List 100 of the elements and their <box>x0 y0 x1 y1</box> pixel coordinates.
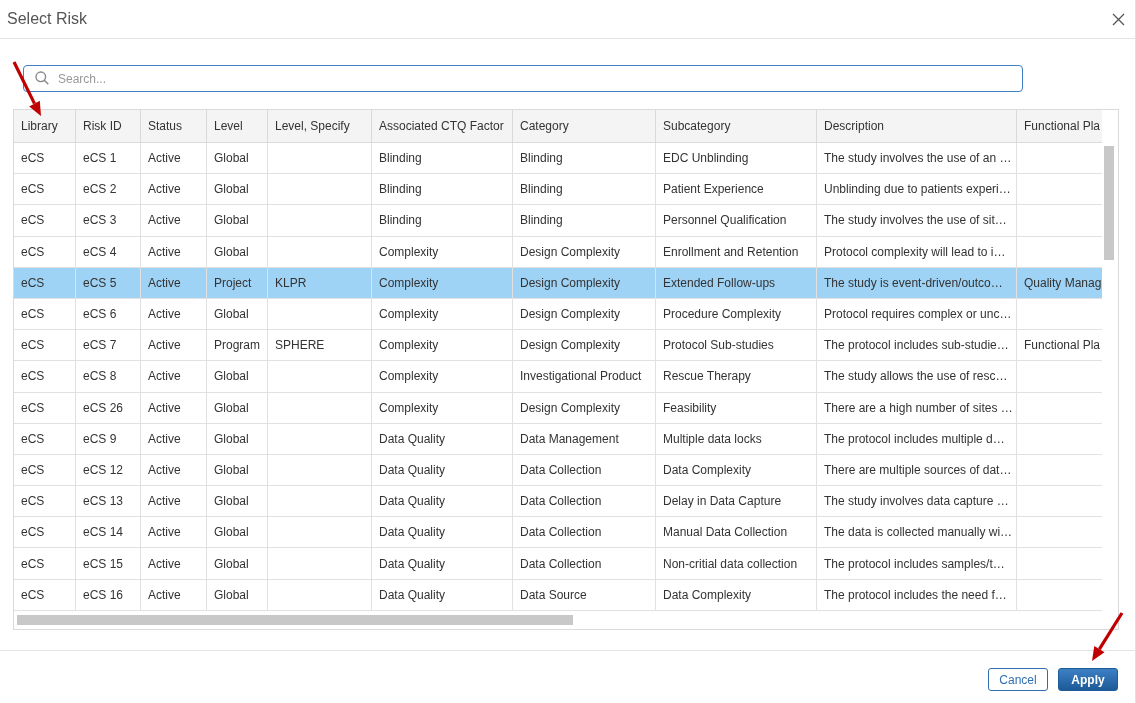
vertical-scrollbar-thumb[interactable] <box>1104 146 1114 260</box>
table-cell: Feasibility <box>656 392 817 423</box>
table-row[interactable]: eCS eCS 26 Active Global Complexity Design Complexity Feasibility There are a high number of sites … <box>14 392 1102 424</box>
search-field[interactable]: Search... <box>23 65 1023 92</box>
table-cell: Data Collection <box>513 454 656 486</box>
table-cell: Blinding <box>372 205 513 236</box>
table-cell: eCS 6 <box>76 298 141 330</box>
table-cell: Active <box>141 361 207 392</box>
table-cell: The study allows the use of resc… <box>817 361 1017 392</box>
table-cell: eCS 14 <box>76 517 141 548</box>
table-cell: Data Complexity <box>656 579 817 610</box>
table-cell: Data Quality <box>372 454 513 486</box>
table-cell: Complexity <box>372 298 513 330</box>
table-cell: Protocol requires complex or unc… <box>817 298 1017 330</box>
table-row[interactable]: eCS eCS 13 Active Global Data Quality Data Collection Delay in Data Capture The study involves data capture … <box>14 486 1102 518</box>
table-cell: Active <box>141 330 207 361</box>
table-cell: Data Quality <box>372 579 513 610</box>
table-cell: The study involves data capture … <box>817 486 1017 517</box>
table-row[interactable]: eCS eCS 3 Active Global Blinding Blinding Personnel Qualification The study involves the use of sit… <box>14 205 1102 237</box>
table-cell: Design Complexity <box>513 298 656 330</box>
column-header[interactable]: Level <box>207 110 268 142</box>
horizontal-scrollbar-thumb[interactable] <box>17 615 573 625</box>
table-cell: Patient Experience <box>656 174 817 205</box>
table-cell: eCS 13 <box>76 486 141 517</box>
table-cell: Data Collection <box>513 517 656 548</box>
table-cell: Design Complexity <box>513 330 656 361</box>
table-cell: eCS 2 <box>76 174 141 205</box>
table-cell: eCS 5 <box>76 267 141 298</box>
table-cell: eCS 12 <box>76 454 141 486</box>
table-cell: Active <box>141 579 207 610</box>
column-header[interactable]: Description <box>817 110 1017 142</box>
column-header[interactable]: Functional Pla <box>1017 110 1102 142</box>
dialog-title: Select Risk <box>7 9 88 29</box>
table-cell: eCS 1 <box>76 143 141 174</box>
table-cell: eCS 3 <box>76 205 141 236</box>
table-cell: eCS <box>14 361 76 392</box>
table-cell: Active <box>141 174 207 205</box>
table-row[interactable]: eCS eCS 6 Active Global Complexity Design Complexity Procedure Complexity Protocol requires complex or unc… <box>14 298 1102 331</box>
table-cell: The protocol includes samples/t… <box>817 548 1017 579</box>
table-cell: Project <box>207 267 268 298</box>
table-row[interactable]: eCS eCS 8 Active Global Complexity Investigational Product Rescue Therapy The study allows the use of resc… <box>14 361 1102 393</box>
table-cell: Global <box>207 236 268 267</box>
table-cell: Data Management <box>513 423 656 454</box>
table-cell: eCS <box>14 236 76 267</box>
column-header[interactable]: Status <box>141 110 207 142</box>
table-cell: eCS <box>14 143 76 174</box>
table-cell: eCS <box>14 298 76 330</box>
table-row[interactable]: eCS eCS 16 Active Global Data Quality Data Source Data Complexity The protocol includes the need f… <box>14 579 1102 611</box>
table-cell: Global <box>207 579 268 610</box>
table-cell: Active <box>141 486 207 517</box>
table-cell: The study involves the use of sit… <box>817 205 1017 236</box>
table-row[interactable]: eCS eCS 4 Active Global Complexity Design Complexity Enrollment and Retention Protocol complexity will lead to i… <box>14 236 1102 268</box>
table-cell: eCS <box>14 267 76 298</box>
table-row[interactable]: eCS eCS 2 Active Global Blinding Blinding Patient Experience Unblinding due to patients experi… <box>14 174 1102 206</box>
column-header[interactable]: Associated CTQ Factor <box>372 110 513 142</box>
table-cell: Data Collection <box>513 486 656 517</box>
table-cell: Protocol Sub-studies <box>656 330 817 361</box>
table-cell: Extended Follow-ups <box>656 267 817 298</box>
table-cell: Design Complexity <box>513 236 656 267</box>
table-cell: Data Source <box>513 579 656 610</box>
table-cell: Active <box>141 548 207 579</box>
table-cell: Global <box>207 392 268 423</box>
table-cell: SPHERE <box>268 330 372 361</box>
column-header[interactable]: Category <box>513 110 656 142</box>
table-row[interactable]: eCS eCS 7 Active Program SPHERE Complexity Design Complexity Protocol Sub-studies The protocol includes sub-studie… Functional Pla <box>14 330 1102 362</box>
column-header[interactable]: Risk ID <box>76 110 141 142</box>
table-cell: Global <box>207 517 268 548</box>
table-cell: Complexity <box>372 361 513 392</box>
table-cell: Active <box>141 517 207 548</box>
table-cell: eCS 7 <box>76 330 141 361</box>
apply-button[interactable]: Apply <box>1058 668 1118 691</box>
cancel-button[interactable]: Cancel <box>988 668 1048 691</box>
close-icon <box>1112 12 1125 26</box>
table-cell: Active <box>141 392 207 423</box>
table-cell: eCS <box>14 205 76 236</box>
table-row[interactable]: eCS eCS 14 Active Global Data Quality Data Collection Manual Data Collection The data is collected manually wi… <box>14 517 1102 549</box>
table-cell: The study is event-driven/outco… <box>817 267 1017 298</box>
table-cell: Active <box>141 454 207 486</box>
close-button[interactable] <box>1112 12 1125 26</box>
table-row[interactable]: eCS eCS 5 Active Project KLPR Complexity Design Complexity Extended Follow-ups The study is event-driven/outco… Quality Manag <box>14 267 1102 299</box>
table-row[interactable]: eCS eCS 12 Active Global Data Quality Data Collection Data Complexity There are multiple sources of dat… <box>14 454 1102 487</box>
table-row[interactable]: eCS eCS 9 Active Global Data Quality Data Management Multiple data locks The protocol includes multiple d… <box>14 423 1102 455</box>
table-cell: Active <box>141 143 207 174</box>
table-cell: Enrollment and Retention <box>656 236 817 267</box>
search-icon <box>35 71 49 85</box>
table-cell: Blinding <box>372 143 513 174</box>
table-cell: eCS <box>14 486 76 517</box>
table-cell: Blinding <box>513 143 656 174</box>
table-cell: Multiple data locks <box>656 423 817 454</box>
table-cell: eCS <box>14 579 76 610</box>
column-header[interactable]: Level, Specify <box>268 110 372 142</box>
table-cell: eCS 16 <box>76 579 141 610</box>
table-cell: KLPR <box>268 267 372 298</box>
table-row[interactable]: eCS eCS 15 Active Global Data Quality Data Collection Non-critial data collection The protocol includes samples/t… <box>14 548 1102 580</box>
table-cell: The protocol includes multiple d… <box>817 423 1017 454</box>
table-cell: There are a high number of sites … <box>817 392 1017 423</box>
table-cell-text: Quality Manag <box>1023 274 1102 292</box>
column-header[interactable]: Subcategory <box>656 110 817 142</box>
table-cell: Global <box>207 298 268 330</box>
table-row[interactable]: eCS eCS 1 Active Global Blinding Blinding EDC Unblinding The study involves the use of an … <box>14 143 1102 175</box>
